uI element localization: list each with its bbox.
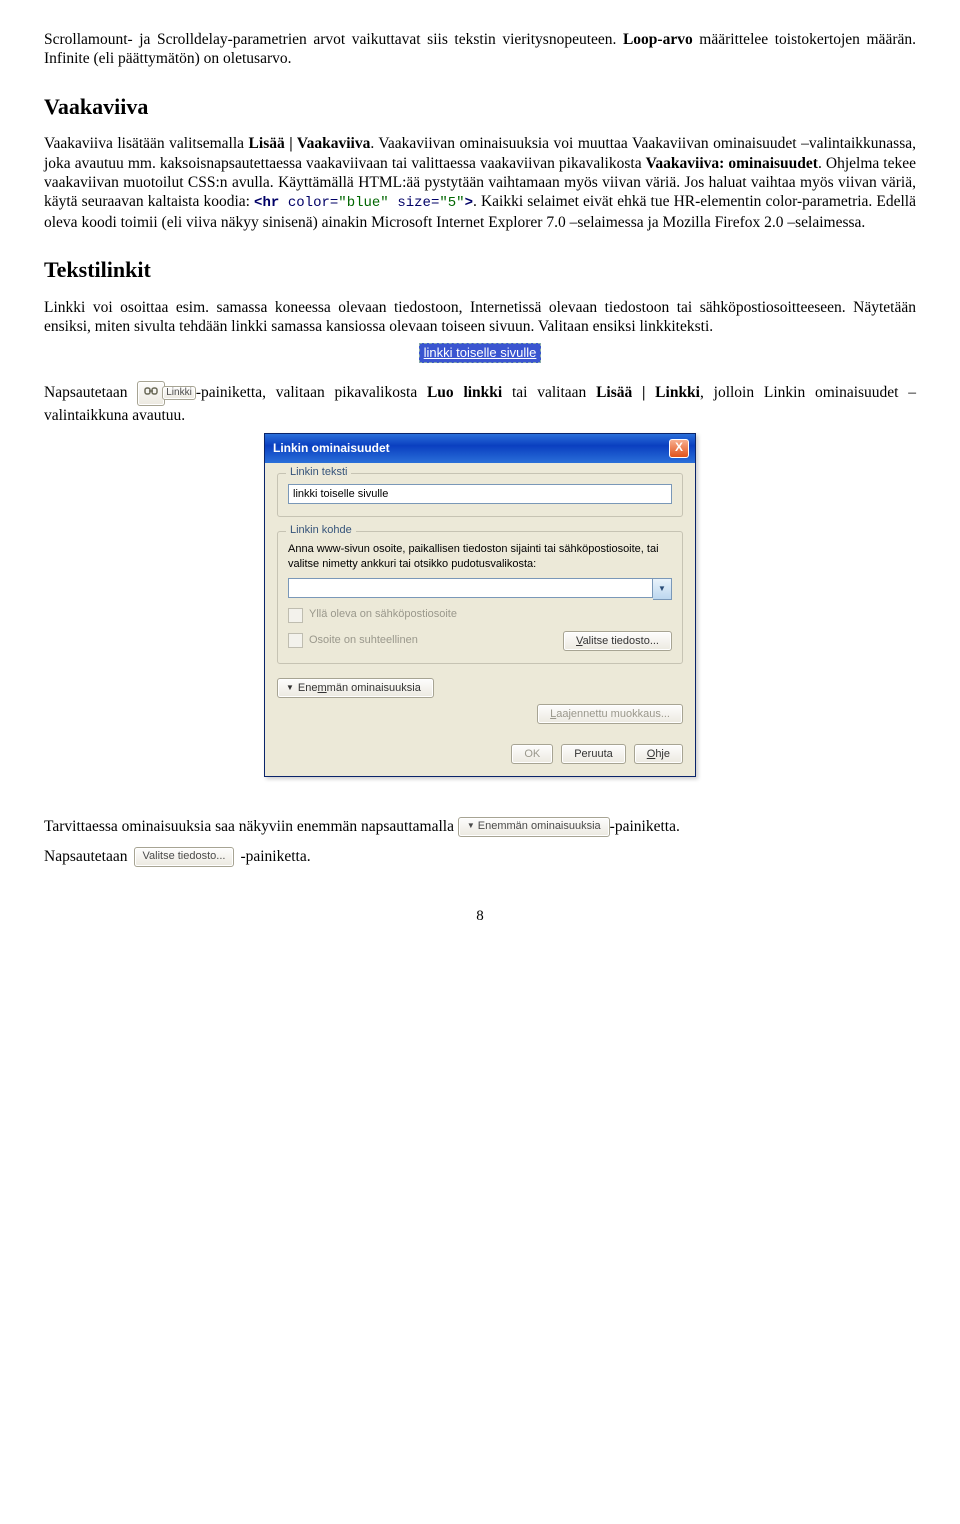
- checkbox-label: Yllä oleva on sähköpostiosoite: [309, 608, 457, 622]
- menu-item: Vaakaviiva: ominaisuudet: [646, 155, 818, 172]
- help-button[interactable]: Ohje: [634, 744, 683, 764]
- paragraph-scroll: Scrollamount- ja Scrolldelay-parametrien…: [44, 30, 916, 69]
- menu-path: Lisää | Linkki: [596, 384, 700, 401]
- checkbox-icon[interactable]: [288, 608, 303, 623]
- group-link-target: Linkin kohde Anna www-sivun osoite, paik…: [277, 531, 683, 664]
- menu-item: Luo linkki: [427, 384, 502, 401]
- browse-file-button[interactable]: VValitse tiedosto...alitse tiedosto...: [563, 631, 672, 651]
- text: tai valitaan: [502, 384, 596, 401]
- dialog-title: Linkin ominaisuudet: [273, 441, 390, 456]
- paragraph-more-properties: Tarvittaessa ominaisuuksia saa näkyviin …: [44, 817, 916, 837]
- link-text-input[interactable]: [288, 484, 672, 504]
- more-properties-button-inline[interactable]: ▼Enemmän ominaisuuksia: [458, 817, 610, 837]
- text: Tarvittaessa ominaisuuksia saa näkyviin …: [44, 818, 458, 835]
- checkbox-label: Osoite on suhteellinen: [309, 634, 418, 648]
- checkbox-email: Yllä oleva on sähköpostiosoite: [288, 608, 672, 623]
- paragraph-click-link-button: Napsautetaan Linkki-painiketta, valitaan…: [44, 381, 916, 425]
- heading-vaakaviiva: Vaakaviiva: [44, 93, 916, 121]
- page-number: 8: [44, 907, 916, 926]
- group-legend: Linkin teksti: [286, 466, 351, 480]
- close-icon[interactable]: X: [669, 439, 689, 458]
- text: Napsautetaan: [44, 847, 128, 866]
- link-toolbar-icon[interactable]: [137, 381, 165, 406]
- group-help-text: Anna www-sivun osoite, paikallisen tiedo…: [288, 542, 672, 572]
- browse-file-button-inline[interactable]: Valitse tiedosto...: [134, 847, 235, 867]
- paragraph-tekstilinkit-intro: Linkki voi osoittaa esim. samassa konees…: [44, 298, 916, 337]
- paragraph-vaakaviiva: Vaakaviiva lisätään valitsemalla Lisää |…: [44, 134, 916, 232]
- group-legend: Linkin kohde: [286, 524, 356, 538]
- paragraph-click-browse: Napsautetaan Valitse tiedosto... -painike…: [44, 847, 916, 867]
- text: Scrollamount- ja Scrolldelay-parametrien…: [44, 31, 623, 48]
- link-target-combo[interactable]: [288, 578, 653, 598]
- selected-linktext-sample: linkki toiselle sivulle: [44, 343, 916, 363]
- advanced-edit-button[interactable]: Laajennettu muokkaus...: [537, 704, 683, 724]
- link-properties-dialog-wrap: Linkin ominaisuudet X Linkin teksti Link…: [44, 433, 916, 777]
- checkbox-icon[interactable]: [288, 633, 303, 648]
- group-link-text: Linkin teksti: [277, 473, 683, 517]
- combo-dropdown-icon[interactable]: ▼: [653, 578, 672, 600]
- text: Vaakaviiva lisätään valitsemalla: [44, 135, 249, 152]
- text-bold: Loop-arvo: [623, 31, 693, 48]
- cancel-button[interactable]: Peruuta: [561, 744, 626, 764]
- link-toolbar-label[interactable]: Linkki: [162, 386, 196, 401]
- text: -painiketta, valitaan pikavalikosta: [196, 384, 427, 401]
- checkbox-relative: Osoite on suhteellinen: [288, 633, 418, 648]
- code-snippet: <hr color="blue" size="5">: [254, 195, 473, 211]
- text: -painiketta.: [240, 847, 310, 866]
- heading-tekstilinkit: Tekstilinkit: [44, 256, 916, 284]
- text: -painiketta.: [610, 818, 680, 835]
- link-properties-dialog: Linkin ominaisuudet X Linkin teksti Link…: [264, 433, 696, 777]
- dialog-footer: OK Peruuta Ohje Ohje: [265, 736, 695, 776]
- dialog-body: Linkin teksti Linkin kohde Anna www-sivu…: [265, 463, 695, 736]
- highlighted-text: linkki toiselle sivulle: [419, 343, 542, 363]
- text: Napsautetaan: [44, 384, 137, 401]
- ok-button[interactable]: OK: [511, 744, 553, 764]
- menu-path: Lisää | Vaakaviiva: [249, 135, 371, 152]
- more-properties-button[interactable]: ▼Enemmän ominaisuuksia: [277, 678, 434, 698]
- dialog-titlebar: Linkin ominaisuudet X: [265, 434, 695, 463]
